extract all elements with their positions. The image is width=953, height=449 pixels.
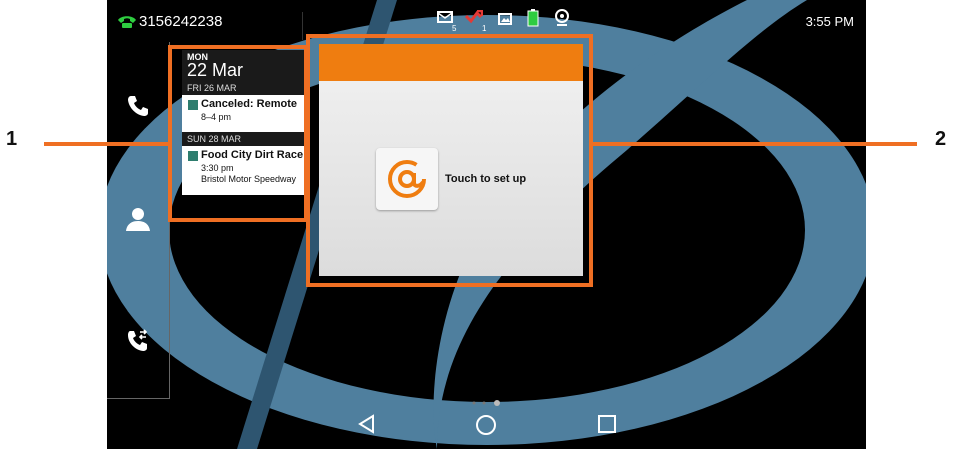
recents-icon — [598, 415, 616, 433]
callout-label-2: 2 — [935, 128, 947, 150]
email-count-badge: 5 — [452, 24, 457, 33]
missed-call-icon[interactable]: 1 — [464, 9, 486, 33]
phone-dock-button[interactable] — [119, 87, 157, 125]
call-icon — [117, 14, 137, 33]
home-icon — [476, 415, 496, 435]
gallery-icon[interactable] — [498, 12, 512, 30]
missed-call-count-badge: 1 — [482, 24, 487, 33]
recents-button[interactable] — [597, 414, 617, 439]
callout-leader-right — [591, 142, 917, 146]
back-icon — [358, 414, 374, 434]
email-notification-icon[interactable]: 5 — [437, 10, 456, 33]
email-highlight-box — [306, 34, 593, 287]
contacts-icon — [126, 208, 150, 231]
contacts-dock-button[interactable] — [119, 200, 157, 238]
webcam-icon — [554, 9, 570, 32]
back-button[interactable] — [357, 414, 377, 439]
callout-leader-left — [44, 142, 170, 146]
status-divider — [302, 12, 303, 40]
phone-icon — [128, 96, 148, 116]
call-transfer-dock-button[interactable] — [119, 322, 157, 360]
callout-label-1: 1 — [6, 128, 18, 150]
status-clock: 3:55 PM — [805, 14, 854, 29]
side-dock — [107, 42, 170, 399]
call-transfer-icon — [128, 329, 148, 351]
phone-number: 3156242238 — [139, 13, 223, 30]
calendar-highlight-box — [168, 45, 308, 222]
page-indicator — [472, 400, 500, 406]
home-button[interactable] — [475, 414, 497, 441]
battery-icon — [527, 9, 539, 32]
